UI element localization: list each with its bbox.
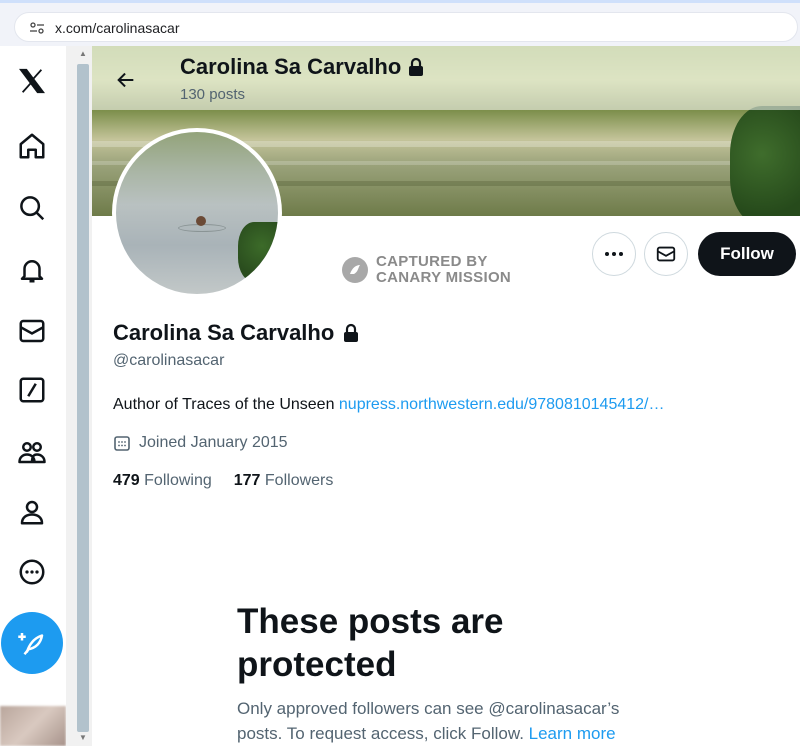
calendar-icon bbox=[114, 436, 130, 451]
tune-icon[interactable] bbox=[29, 22, 45, 34]
more-options-button[interactable] bbox=[592, 232, 636, 276]
header-display-name: Carolina Sa Carvalho bbox=[180, 54, 425, 80]
protected-lock-icon bbox=[344, 323, 359, 342]
joined-date: Joined January 2015 bbox=[113, 434, 288, 452]
envelope-icon bbox=[656, 246, 676, 262]
profile-icon[interactable] bbox=[12, 492, 52, 532]
feather-plus-icon bbox=[18, 633, 44, 656]
profile-name-text: Carolina Sa Carvalho bbox=[113, 320, 335, 345]
account-avatar[interactable] bbox=[0, 706, 66, 746]
profile-handle: @carolinasacar bbox=[113, 352, 225, 369]
canary-logo-icon bbox=[342, 257, 368, 283]
protected-posts-title: These posts are protected bbox=[237, 602, 504, 684]
url-text: x.com/carolinasacar bbox=[55, 20, 180, 36]
followers-label: Followers bbox=[264, 472, 334, 489]
sidebar-nav bbox=[0, 46, 66, 746]
watermark-line2: CANARY MISSION bbox=[376, 269, 512, 286]
profile-bio: Author of Traces of the Unseen nupress.n… bbox=[113, 396, 664, 414]
following-label: Following bbox=[144, 472, 212, 489]
followers-link[interactable]: 177 Followers bbox=[234, 472, 334, 490]
posts-count: 130 posts bbox=[180, 86, 246, 103]
canary-watermark: CAPTURED BY CANARY MISSION bbox=[342, 254, 511, 286]
x-logo-icon[interactable] bbox=[12, 61, 52, 101]
arrow-left-icon bbox=[117, 72, 134, 88]
scroll-up-arrow-icon[interactable]: ▲ bbox=[77, 48, 89, 60]
ellipsis-icon bbox=[605, 252, 623, 256]
scrollbar[interactable]: ▲ ▼ bbox=[66, 46, 92, 746]
scroll-down-arrow-icon[interactable]: ▼ bbox=[77, 732, 89, 744]
watermark-line1: CAPTURED BY bbox=[376, 253, 488, 270]
followers-count: 177 bbox=[233, 472, 261, 489]
more-circle-icon[interactable] bbox=[12, 552, 52, 592]
search-icon[interactable] bbox=[12, 188, 52, 228]
bio-link[interactable]: nupress.northwestern.edu/9780810145412/… bbox=[339, 396, 665, 413]
protected-posts-message: Only approved followers can see @carolin… bbox=[237, 696, 667, 746]
header-name-text: Carolina Sa Carvalho bbox=[180, 54, 402, 79]
profile-avatar[interactable] bbox=[112, 128, 282, 298]
follow-button[interactable]: Follow bbox=[698, 232, 796, 276]
message-button[interactable] bbox=[644, 232, 688, 276]
following-link[interactable]: 479 Following bbox=[113, 472, 212, 490]
profile-main: Carolina Sa Carvalho 130 posts CAPTURED … bbox=[92, 46, 800, 746]
bio-text: Author of Traces of the Unseen bbox=[113, 396, 339, 413]
joined-text: Joined January 2015 bbox=[139, 434, 288, 451]
learn-more-link[interactable]: Learn more bbox=[529, 724, 616, 743]
notifications-bell-icon[interactable] bbox=[12, 250, 52, 290]
scroll-thumb[interactable] bbox=[77, 64, 89, 732]
profile-display-name: Carolina Sa Carvalho bbox=[113, 320, 360, 346]
lock-icon bbox=[409, 57, 424, 76]
watermark-text: CAPTURED BY CANARY MISSION bbox=[376, 254, 511, 286]
follow-stats: 479 Following 177 Followers bbox=[113, 472, 333, 490]
back-button[interactable] bbox=[110, 64, 142, 96]
profile-header-bar: Carolina Sa Carvalho 130 posts bbox=[92, 46, 800, 110]
messages-envelope-icon[interactable] bbox=[12, 311, 52, 351]
url-field[interactable]: x.com/carolinasacar bbox=[14, 12, 798, 42]
browser-address-bar: x.com/carolinasacar bbox=[0, 0, 800, 46]
communities-icon[interactable] bbox=[12, 432, 52, 472]
grok-icon[interactable] bbox=[12, 370, 52, 410]
home-icon[interactable] bbox=[12, 126, 52, 166]
post-button[interactable] bbox=[1, 612, 63, 674]
following-count: 479 bbox=[113, 472, 140, 489]
